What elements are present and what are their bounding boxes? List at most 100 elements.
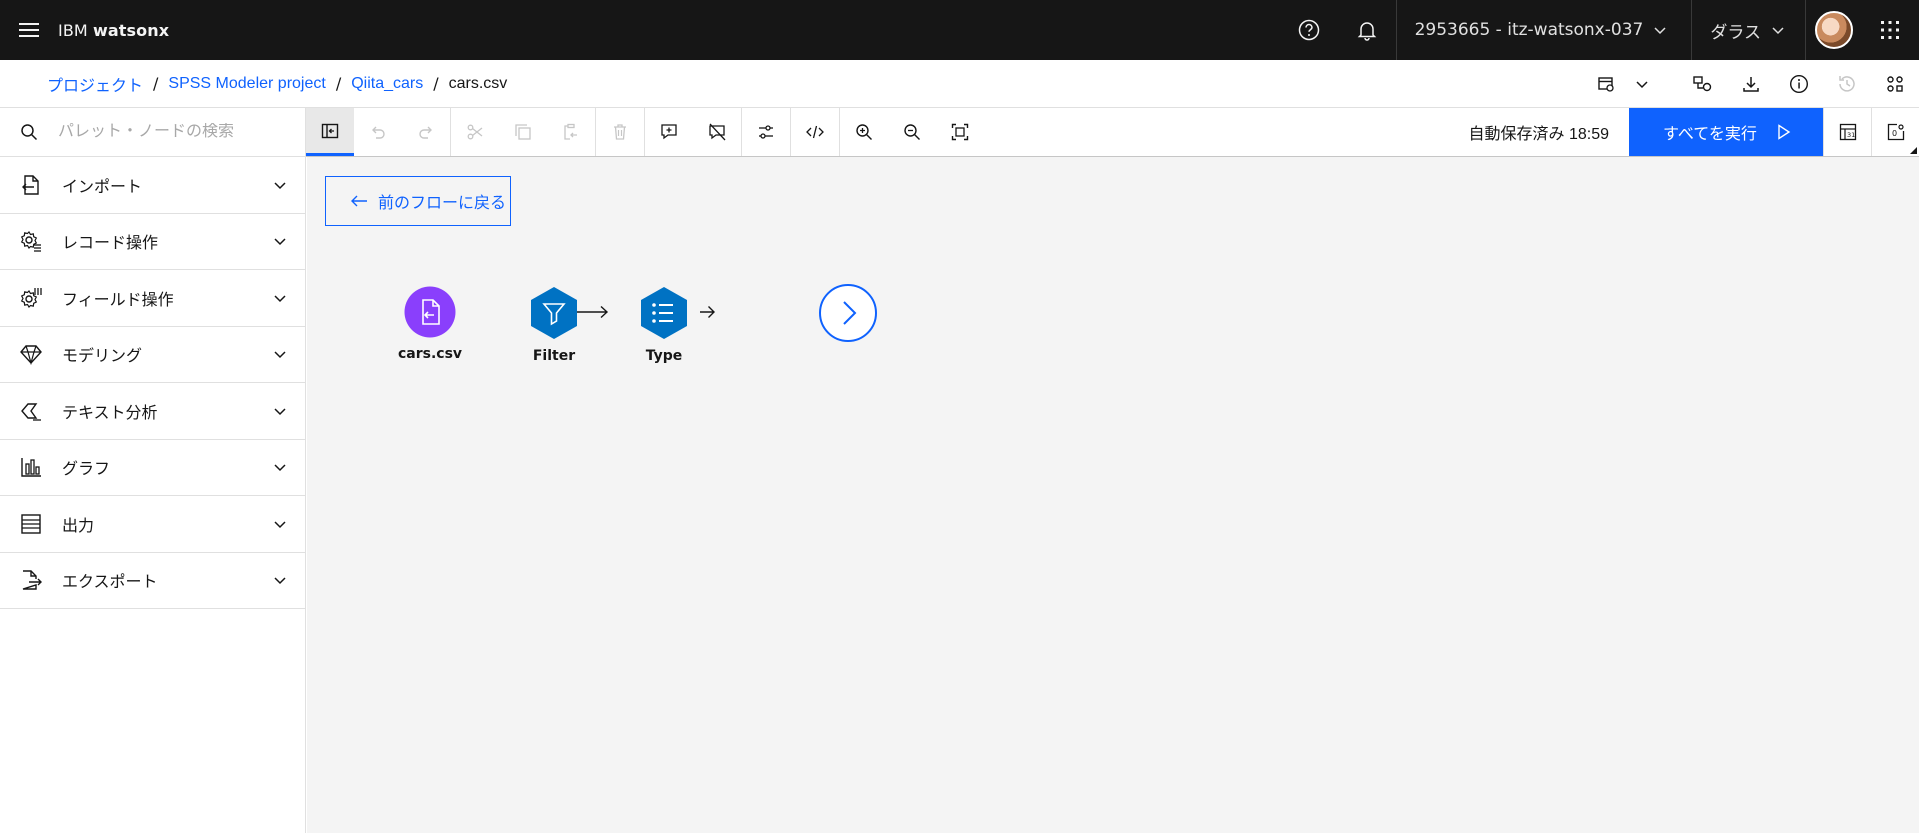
add-comment-icon [661,124,677,140]
cut-button[interactable] [451,108,499,156]
palette-category-output[interactable]: 出力 [0,496,305,553]
copy-button[interactable] [499,108,547,156]
menu-icon[interactable] [0,0,58,60]
category-label: エクスポート [62,574,158,592]
chevron-down-icon [274,238,286,246]
brand-prefix: IBM [58,20,88,40]
palette-category-import[interactable]: インポート [0,157,305,214]
back-button-label: 前のフローに戻る [378,195,507,212]
zoom-in-button[interactable] [840,108,888,156]
notification-bell-icon[interactable] [1338,0,1396,60]
breadcrumb-spss-project[interactable]: SPSS Modeler project [168,75,325,93]
product-brand[interactable]: IBM watsonx [58,21,169,40]
cut-icon [467,124,483,140]
flow-settings-icon [1598,77,1614,92]
brand-name: watsonx [93,20,170,40]
messages-panel-button[interactable]: 0 [1871,108,1919,156]
version-history-icon[interactable] [1823,60,1871,108]
user-avatar-button[interactable] [1805,0,1861,60]
field-ops-icon [20,287,42,308]
chevron-down-icon [274,295,286,302]
redo-icon [419,126,432,139]
autosave-status: 自動保存済み 18:59 [1468,126,1610,143]
record-ops-icon [20,231,41,252]
run-all-button[interactable]: すべてを実行 [1629,108,1823,156]
flow-settings-button[interactable] [742,108,790,156]
paste-button[interactable] [547,108,595,156]
settings-adjust-icon [759,125,773,139]
text-analysis-icon [21,403,41,421]
toggle-palette-button[interactable] [306,108,354,156]
flow-canvas[interactable]: 前のフローに戻る cars.csv Filter Type [307,157,1919,833]
export-icon [22,570,42,590]
palette-search-input[interactable] [58,123,278,141]
category-label: 出力 [62,517,95,535]
undo-icon [372,126,385,139]
model-icon[interactable] [1679,60,1727,108]
chevron-down-icon [1654,27,1666,35]
palette-search [0,108,305,157]
palette-category-field-ops[interactable]: フィールド操作 [0,270,305,327]
region-name: ダラス [1710,22,1761,43]
account-switcher[interactable]: 2953665 - itz-watsonx-037 [1395,0,1692,60]
modeling-icon [20,345,42,366]
outputs-icon: 31 [1839,123,1856,141]
undo-button[interactable] [354,108,402,156]
palette-category-graph[interactable]: グラフ [0,440,305,496]
category-label: グラフ [62,461,111,479]
node-label: cars.csv [398,346,463,362]
import-icon [22,175,39,195]
information-icon[interactable] [1775,60,1823,108]
breadcrumb-flow[interactable]: Qiita_cars [351,75,423,93]
node-type[interactable]: Type [638,286,690,364]
node-import-cars-csv[interactable]: cars.csv [398,286,462,362]
download-icon[interactable] [1727,60,1775,108]
code-icon [806,125,824,139]
fit-to-screen-button[interactable] [936,108,984,156]
zoom-in-icon [856,124,872,140]
category-label: レコード操作 [62,235,159,253]
palette-category-modeling[interactable]: モデリング [0,327,305,383]
palette-category-record-ops[interactable]: レコード操作 [0,214,305,270]
breadcrumb-projects[interactable]: プロジェクト [47,72,143,96]
palette-category-text-analysis[interactable]: テキスト分析 [0,383,305,440]
node-label: Type [645,348,683,364]
add-comment-button[interactable] [645,108,693,156]
hide-comments-button[interactable] [693,108,741,156]
breadcrumb-separator: / [433,74,439,93]
chevron-down-icon [274,408,286,415]
search-icon [21,124,38,141]
svg-text:31: 31 [1847,131,1855,139]
graph-icon [21,458,41,477]
trash-icon [614,124,626,140]
palette-category-export[interactable]: エクスポート [0,553,305,609]
app-switcher-icon[interactable] [1861,0,1919,60]
chevron-down-icon [274,351,286,359]
back-to-previous-flow-button[interactable]: 前のフローに戻る [325,176,511,226]
account-name: 2953665 - itz-watsonx-037 [1414,20,1644,40]
zoom-out-button[interactable] [888,108,936,156]
help-icon[interactable] [1280,0,1338,60]
node-filter[interactable]: Filter [528,286,580,364]
supernode-exit-node[interactable] [818,283,878,343]
delete-button[interactable] [596,108,644,156]
run-all-label: すべてを実行 [1663,126,1757,143]
outputs-panel-button[interactable]: 31 [1823,108,1871,156]
hide-comments-icon [709,123,726,141]
flow-settings-dropdown[interactable] [1583,60,1663,108]
code-view-button[interactable] [791,108,839,156]
redo-button[interactable] [402,108,450,156]
breadcrumb-separator: / [153,74,159,93]
fit-to-screen-icon [951,123,969,141]
type-node-icon [641,287,687,339]
breadcrumb-separator: / [335,74,342,93]
flow-properties-icon[interactable] [1871,60,1919,108]
breadcrumb-current: cars.csv [448,74,508,92]
paste-icon [564,123,577,140]
category-label: モデリング [62,348,143,366]
region-switcher[interactable]: ダラス [1691,0,1805,60]
arrow-left-icon [351,195,367,207]
messages-icon: 0 [1887,123,1904,141]
filter-node-icon [531,287,577,339]
chevron-down-icon [274,521,286,528]
